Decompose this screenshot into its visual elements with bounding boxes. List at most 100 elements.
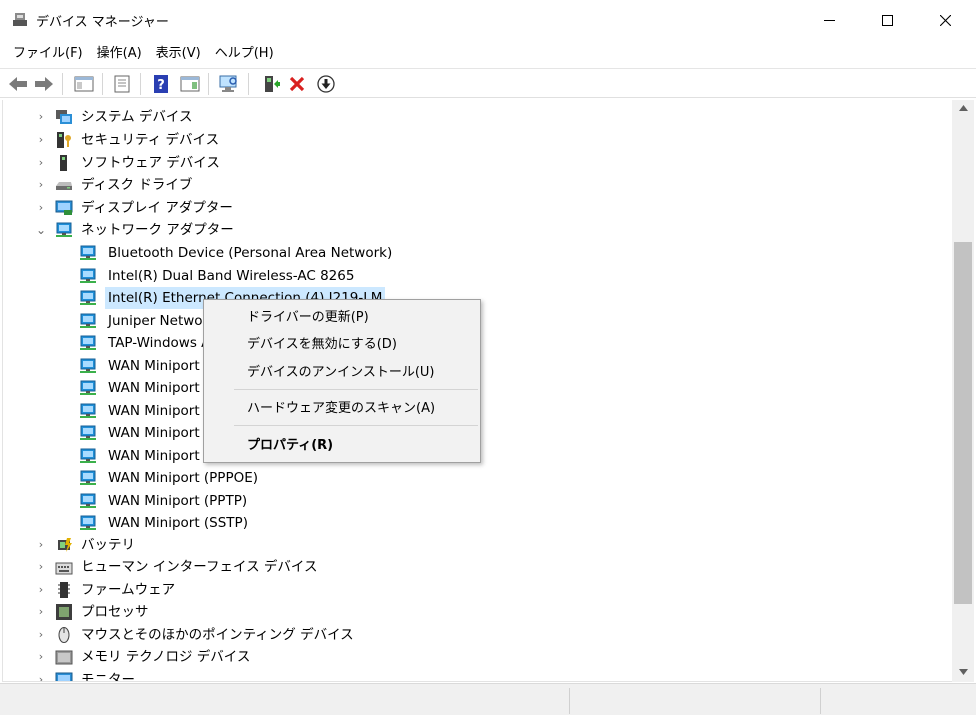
chevron-right-icon[interactable]: › — [35, 669, 47, 681]
tree-label: WAN Miniport — [108, 448, 200, 464]
network-adapter-icon — [80, 245, 96, 260]
back-icon — [9, 77, 27, 91]
minimize-icon — [823, 19, 835, 21]
ctx-scan-hardware[interactable]: ハードウェア変更のスキャン(A) — [204, 396, 480, 422]
security-devices-icon — [57, 132, 71, 148]
tree-category-disk-drives[interactable]: › ディスク ドライブ — [3, 174, 943, 196]
scroll-down-button[interactable] — [952, 664, 974, 680]
chevron-right-icon[interactable]: › — [35, 197, 47, 219]
tree-category-security-devices[interactable]: › セキュリティ デバイス — [3, 129, 943, 151]
chevron-right-icon[interactable]: › — [35, 534, 47, 556]
network-adapter-icon — [80, 380, 96, 395]
status-bar — [0, 683, 976, 715]
tree-category-system-devices[interactable]: › システム デバイス — [3, 106, 943, 128]
tree-label: ネットワーク アダプター — [81, 222, 234, 238]
vertical-scrollbar[interactable] — [952, 100, 974, 682]
network-adapter-item[interactable]: WAN Miniport (PPPOE) — [3, 467, 943, 489]
chevron-down-icon — [958, 669, 968, 675]
forward-button[interactable] — [32, 72, 56, 96]
maximize-button[interactable] — [858, 0, 916, 40]
tree-category-monitors[interactable]: › モニター — [3, 669, 943, 682]
chevron-right-icon[interactable]: › — [35, 174, 47, 196]
tree-label: Juniper Networ — [108, 313, 209, 329]
network-adapter-item[interactable]: Bluetooth Device (Personal Area Network) — [3, 242, 943, 264]
scrollbar-thumb[interactable] — [954, 242, 972, 604]
context-menu: ドライバーの更新(P) デバイスを無効にする(D) デバイスのアンインストール(… — [203, 299, 481, 463]
software-devices-icon — [60, 155, 67, 171]
tree-label: メモリ テクノロジ デバイス — [81, 649, 251, 665]
update-driver-icon — [265, 76, 280, 92]
network-adapter-item[interactable]: Intel(R) Dual Band Wireless-AC 8265 — [3, 265, 943, 287]
network-adapter-icon — [80, 358, 96, 373]
tree-label: Intel(R) Dual Band Wireless-AC 8265 — [108, 268, 355, 284]
chevron-right-icon[interactable]: › — [35, 579, 47, 601]
update-driver-button[interactable] — [258, 72, 282, 96]
disk-drive-icon — [56, 182, 72, 190]
back-button[interactable] — [6, 72, 30, 96]
menu-help[interactable]: ヘルプ(H) — [208, 40, 281, 68]
uninstall-button[interactable] — [285, 72, 309, 96]
ctx-separator — [234, 425, 478, 426]
ctx-uninstall-device[interactable]: デバイスのアンインストール(U) — [204, 360, 480, 386]
menu-action[interactable]: 操作(A) — [90, 40, 149, 68]
tree-label: モニター — [81, 672, 135, 682]
tree-category-mice[interactable]: › マウスとそのほかのポインティング デバイス — [3, 624, 943, 646]
ctx-properties[interactable]: プロパティ(R) — [204, 433, 480, 459]
network-adapter-item[interactable]: WAN Miniport (PPTP) — [3, 490, 943, 512]
network-adapter-icon — [80, 448, 96, 463]
disable-device-icon — [317, 75, 335, 93]
chevron-right-icon[interactable]: › — [35, 601, 47, 623]
chevron-right-icon[interactable]: › — [35, 129, 47, 151]
tree-label: WAN Miniport — [108, 403, 200, 419]
tree-category-hid[interactable]: › ヒューマン インターフェイス デバイス — [3, 556, 943, 578]
tree-label: WAN Miniport (PPPOE) — [108, 470, 259, 486]
scroll-up-button[interactable] — [952, 100, 974, 116]
menu-view[interactable]: 表示(V) — [149, 40, 208, 68]
firmware-icon — [58, 582, 70, 598]
tree-label: ディスク ドライブ — [81, 177, 193, 193]
menu-file[interactable]: ファイル(F) — [6, 40, 90, 68]
title-bar: デバイス マネージャー — [0, 0, 976, 40]
tree-label: バッテリ — [81, 537, 135, 553]
chevron-right-icon[interactable]: › — [35, 152, 47, 174]
disable-device-button[interactable] — [314, 72, 338, 96]
hid-icon — [55, 562, 73, 575]
chevron-right-icon[interactable]: › — [35, 646, 47, 668]
tree-category-firmware[interactable]: › ファームウェア — [3, 579, 943, 601]
chevron-down-icon[interactable]: ⌄ — [35, 219, 47, 241]
network-adapter-icon — [80, 268, 96, 283]
status-divider — [569, 688, 570, 714]
window-title: デバイス マネージャー — [36, 15, 169, 30]
chevron-right-icon[interactable]: › — [35, 556, 47, 578]
tree-label: システム デバイス — [81, 109, 193, 125]
tree-label: ファームウェア — [81, 582, 176, 598]
minimize-button[interactable] — [800, 0, 858, 40]
tree-category-memory-tech[interactable]: › メモリ テクノロジ デバイス — [3, 646, 943, 668]
close-button[interactable] — [916, 0, 974, 40]
tree-category-software-devices[interactable]: › ソフトウェア デバイス — [3, 152, 943, 174]
tree-label: Bluetooth Device (Personal Area Network) — [108, 245, 393, 261]
show-hide-console-tree-button[interactable] — [72, 72, 96, 96]
action-pane-button[interactable] — [178, 72, 202, 96]
tree-label: ヒューマン インターフェイス デバイス — [81, 559, 318, 575]
toolbar: ? — [0, 68, 976, 98]
ctx-separator — [234, 389, 478, 390]
ctx-disable-device[interactable]: デバイスを無効にする(D) — [204, 332, 480, 358]
network-adapter-icon — [80, 335, 96, 350]
tree-category-batteries[interactable]: › バッテリ — [3, 534, 943, 556]
ctx-update-driver[interactable]: ドライバーの更新(P) — [204, 305, 480, 331]
chevron-right-icon[interactable]: › — [35, 624, 47, 646]
tree-category-processors[interactable]: › プロセッサ — [3, 601, 943, 623]
help-button[interactable]: ? — [149, 72, 173, 96]
tree-category-network-adapters[interactable]: ⌄ ネットワーク アダプター — [3, 219, 943, 241]
processor-icon — [56, 604, 72, 620]
properties-button[interactable] — [110, 72, 134, 96]
tree-category-display-adapters[interactable]: › ディスプレイ アダプター — [3, 197, 943, 219]
mouse-icon — [58, 627, 70, 643]
network-adapter-item[interactable]: WAN Miniport (SSTP) — [3, 512, 943, 534]
chevron-right-icon[interactable]: › — [35, 106, 47, 128]
tree-label: WAN Miniport (SSTP) — [108, 515, 248, 531]
network-adapter-icon — [80, 403, 96, 418]
scan-hardware-button[interactable] — [217, 72, 241, 96]
system-devices-icon — [56, 110, 72, 124]
